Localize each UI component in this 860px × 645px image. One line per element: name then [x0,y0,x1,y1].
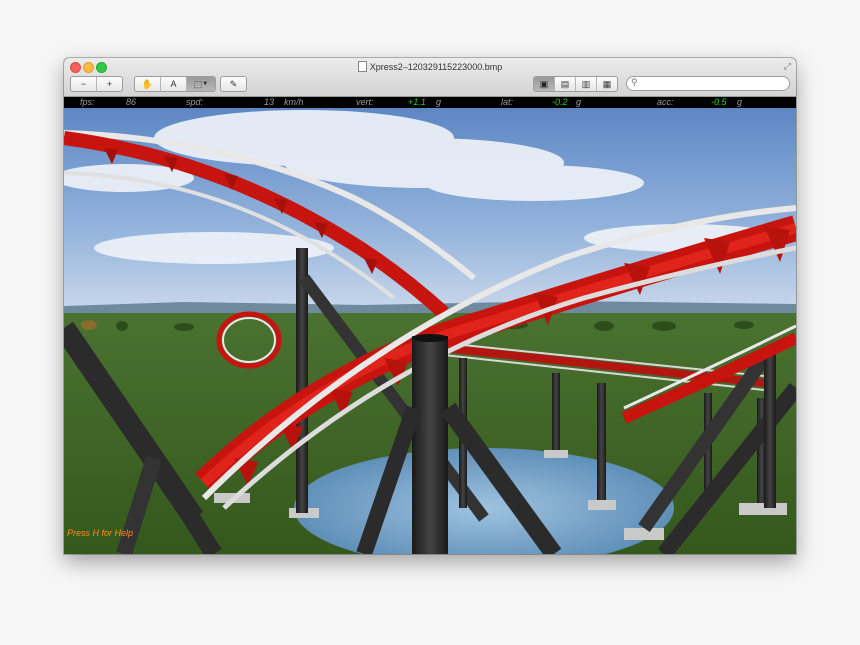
window-title: Xpress2–120329115223000.bmp [64,61,796,72]
vert-unit: g [436,97,442,107]
thumbnails-icon: ▤ [560,78,570,89]
text-tool-button[interactable]: A [161,77,187,91]
search-icon: ⚲ [631,77,638,87]
acc-label: acc: [657,97,674,107]
view-content-only-button[interactable]: ▣ [534,77,555,91]
hand-icon: ✋ [141,78,154,89]
view-contact-sheet-button[interactable]: ▦ [597,77,617,91]
annotate-controls: ✎ [220,76,247,92]
zoom-out-button[interactable]: − [71,77,97,91]
tool-controls: ✋ A ⬚ ▼ [134,76,216,92]
selection-tool-button[interactable]: ⬚ ▼ [187,77,215,91]
zoom-out-icon: − [80,79,87,89]
fps-label: fps: [80,97,95,107]
central-pillar-cap [412,334,448,342]
vert-value: +1.1 [408,97,426,107]
text-icon: A [170,79,177,89]
window-title-text: Xpress2–120329115223000.bmp [369,62,503,72]
document-icon [357,61,367,72]
pan-tool-button[interactable]: ✋ [135,77,161,91]
help-hint: Press H for Help [67,528,134,538]
stats-hud: fps: 86 spd: 13 km/h vert: +1.1 g lat: -… [64,97,796,108]
speed-unit: km/h [284,97,304,107]
zoom-in-button[interactable]: + [97,77,122,91]
selection-icon: ⬚ [193,78,203,89]
view-mode-controls: ▣ ▤ ▥ ▦ [533,76,618,92]
speed-label: spd: [186,97,204,107]
pencil-icon: ✎ [229,78,238,89]
view-toc-button[interactable]: ▥ [576,77,597,91]
lat-label: lat: [501,97,514,107]
central-pillar [412,336,448,554]
zoom-controls: − + [70,76,123,92]
acc-value: -0.5 [711,97,727,107]
chevron-down-icon: ▼ [202,81,209,87]
view-thumbnails-button[interactable]: ▤ [555,77,576,91]
speed-value: 13 [264,97,275,107]
rollercoaster-scene[interactable] [64,108,796,554]
lat-unit: g [576,97,582,107]
search-input[interactable] [641,78,781,88]
zoom-in-icon: + [106,79,113,89]
toc-icon: ▥ [581,78,591,89]
lat-value: -0.2 [552,97,568,107]
search-field[interactable]: ⚲ [626,76,790,91]
single-page-icon: ▣ [539,78,549,89]
preview-window: Xpress2–120329115223000.bmp ⤢ − + ✋ A ⬚ ▼… [64,58,796,554]
fullscreen-icon[interactable]: ⤢ [784,61,791,72]
title-bar[interactable]: Xpress2–120329115223000.bmp ⤢ − + ✋ A ⬚ ▼… [64,58,796,97]
annotate-button[interactable]: ✎ [221,77,246,91]
fps-value: 86 [126,97,137,107]
acc-unit: g [737,97,743,107]
contact-sheet-icon: ▦ [602,78,612,89]
vert-label: vert: [356,97,374,107]
